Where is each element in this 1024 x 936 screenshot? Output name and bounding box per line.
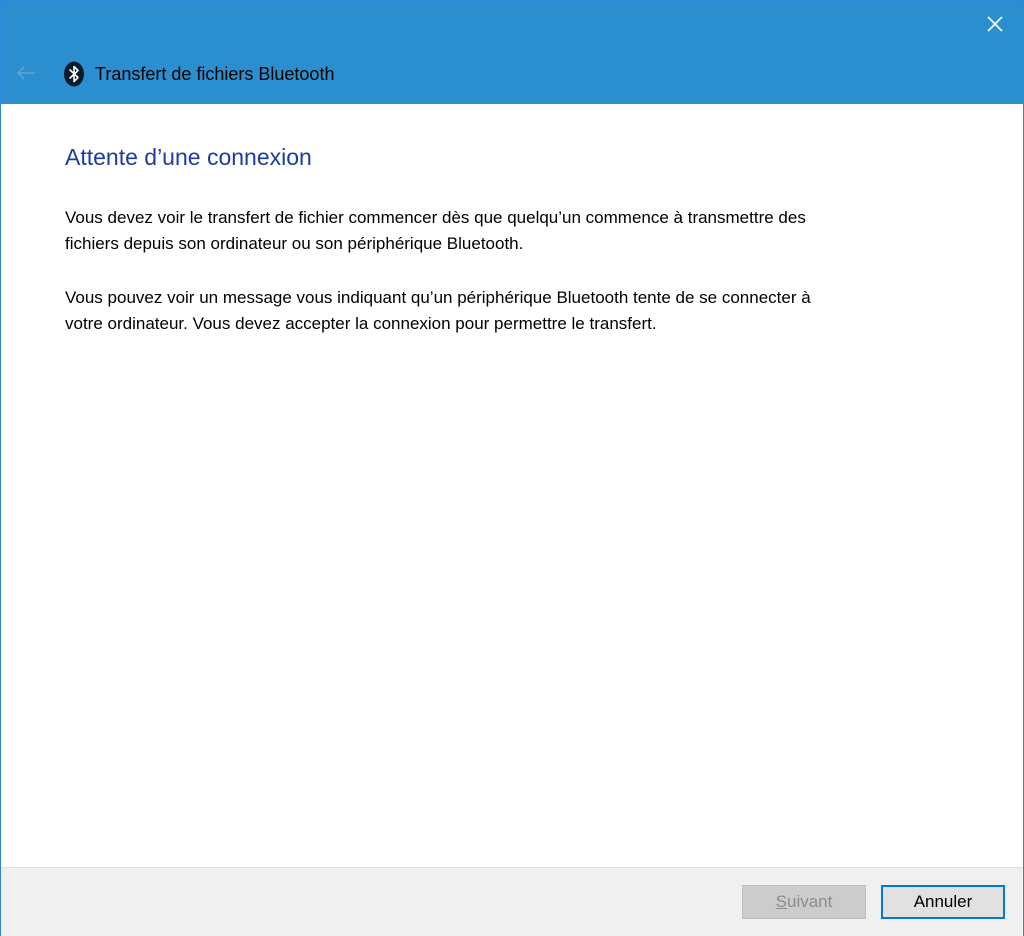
back-button[interactable]	[11, 59, 41, 87]
window-title: Transfert de fichiers Bluetooth	[95, 64, 335, 84]
title-bar: Transfert de fichiers Bluetooth	[1, 1, 1023, 104]
instruction-paragraph-2: Vous pouvez voir un message vous indiqua…	[65, 288, 811, 333]
bluetooth-icon	[64, 61, 84, 87]
footer-bar: Suivant Annuler	[1, 867, 1023, 936]
page-heading: Attente d’une connexion	[65, 144, 312, 170]
next-button-accesskey: S	[775, 892, 787, 911]
next-button[interactable]: Suivant	[742, 885, 866, 919]
back-arrow-icon	[16, 66, 35, 80]
bluetooth-transfer-window: Transfert de fichiers Bluetooth Attente …	[0, 0, 1024, 936]
next-button-label: uivant	[786, 892, 833, 911]
cancel-button[interactable]: Annuler	[881, 885, 1005, 919]
instruction-paragraph-1: Vous devez voir le transfert de fichier …	[65, 208, 806, 253]
main-content: Attente d’une connexion Vous devez voir …	[65, 141, 825, 333]
cancel-button-label: Annuler	[913, 892, 973, 911]
close-icon	[987, 16, 1003, 32]
close-button[interactable]	[967, 1, 1023, 47]
